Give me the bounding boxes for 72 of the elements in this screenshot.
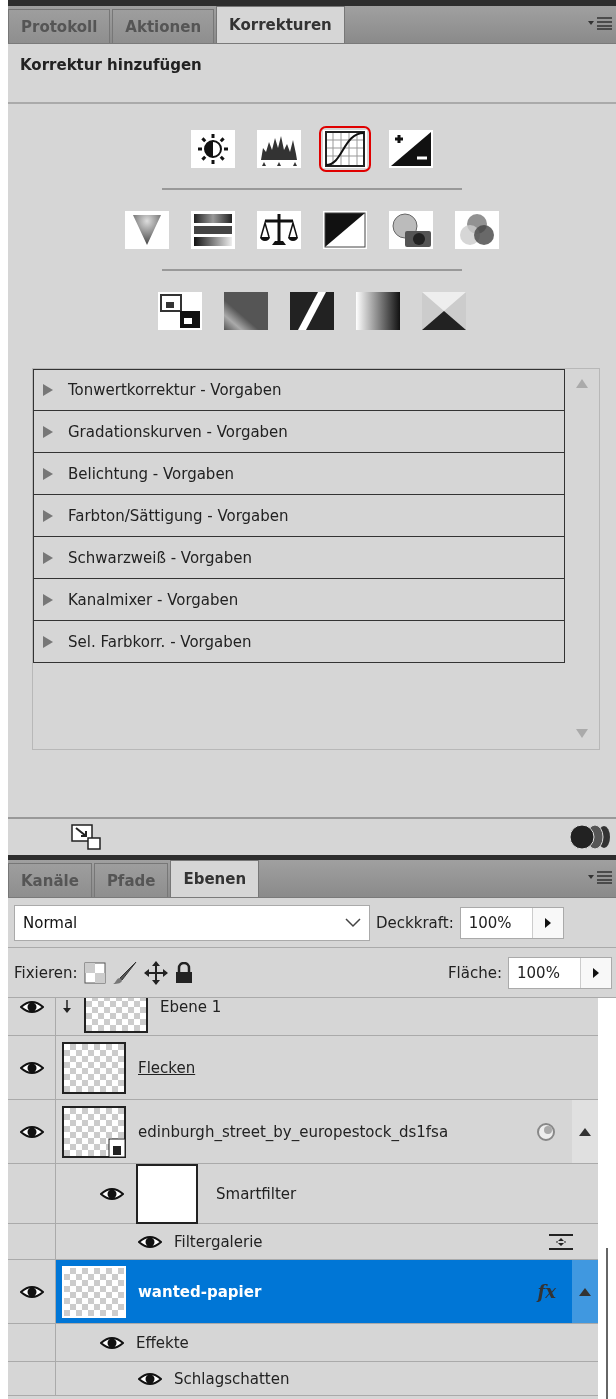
eye-icon[interactable] — [19, 1123, 44, 1140]
panel-tab[interactable]: Korrekturen — [216, 6, 345, 43]
curves-icon — [323, 130, 367, 168]
sun-icon — [191, 130, 235, 168]
swap-squares-icon — [158, 292, 202, 330]
gradient-icon — [356, 292, 400, 330]
adjustment-button-selected[interactable] — [319, 126, 371, 172]
layer-name: Schlagschatten — [174, 1369, 290, 1388]
eye-icon[interactable] — [19, 1283, 44, 1300]
exposure-icon — [389, 130, 433, 168]
eye-icon[interactable] — [19, 1059, 44, 1076]
globe-icon — [536, 1121, 556, 1142]
three-circles-icon — [455, 211, 499, 249]
fill-field[interactable]: 100% — [508, 956, 612, 989]
collapse-button[interactable] — [572, 1100, 598, 1163]
opacity-label: Deckkraft: — [376, 913, 454, 932]
move-icon[interactable] — [143, 960, 168, 985]
eye-icon[interactable] — [100, 1334, 124, 1351]
menu-icon[interactable] — [588, 16, 612, 30]
play-arrow-icon — [591, 966, 601, 979]
hourglass-icon — [422, 292, 466, 330]
panel-tab[interactable]: Ebenen — [170, 860, 260, 897]
fill-slider-button[interactable] — [581, 957, 611, 988]
clip-arrow-icon — [62, 999, 72, 1014]
diagonal-split-icon — [323, 211, 367, 249]
opacity-field[interactable]: 100% — [459, 906, 564, 939]
layer-name: Ebene 1 — [160, 998, 222, 1016]
smart-object-badge-icon — [108, 1137, 126, 1158]
preset-row[interactable]: Sel. Farbkorr. - Vorgaben — [33, 621, 565, 663]
eye-icon[interactable] — [19, 998, 44, 1015]
lock-label: Fixieren: — [14, 963, 78, 982]
preset-row[interactable]: Schwarzweiß - Vorgaben — [33, 537, 565, 579]
panel-heading: Korrektur hinzufügen — [20, 56, 202, 74]
preset-row[interactable]: Belichtung - Vorgaben — [33, 453, 565, 495]
blend-mode-dropdown[interactable]: Normal — [14, 904, 370, 941]
layer-thumbnail — [62, 1041, 126, 1094]
play-arrow-icon — [542, 916, 553, 929]
opacity-slider-button[interactable] — [532, 907, 563, 938]
gradient-bars-icon — [191, 211, 235, 249]
fill-label: Fläche: — [447, 963, 502, 982]
scales-icon — [257, 211, 301, 249]
eye-icon[interactable] — [100, 1185, 124, 1202]
layer-thumbnail — [62, 1265, 126, 1318]
slash-icon — [290, 292, 334, 330]
layer-row[interactable]: edinburgh_street_by_europestock_ds1fsa — [8, 1100, 598, 1164]
eye-icon[interactable] — [138, 1370, 162, 1387]
filter-mask-thumbnail — [136, 1163, 198, 1224]
layer-name: Smartfilter — [216, 1184, 297, 1203]
lock-icon[interactable] — [173, 961, 194, 984]
mask-circles-icon[interactable] — [568, 823, 612, 851]
layer-name: edinburgh_street_by_europestock_ds1fsa — [138, 1122, 449, 1141]
preset-row[interactable]: Kanalmixer - Vorgaben — [33, 579, 565, 621]
layer-row[interactable]: Flecken — [8, 1036, 598, 1100]
diagonal-stripes-icon — [224, 292, 268, 330]
collapse-button[interactable] — [572, 1260, 598, 1323]
eye-icon[interactable] — [138, 1233, 162, 1250]
layer-name: Effekte — [136, 1333, 189, 1352]
preset-row[interactable]: Gradationskurven - Vorgaben — [33, 411, 565, 453]
layer-name: Filtergalerie — [174, 1232, 263, 1251]
menu-icon[interactable] — [588, 870, 612, 884]
layer-row[interactable]: Ebene 1 — [8, 998, 598, 1036]
lens-camera-icon — [389, 211, 433, 249]
layer-name: Flecken — [138, 1058, 196, 1077]
layer-name: wanted-papier — [138, 1282, 262, 1301]
blending-options-icon[interactable] — [548, 1232, 574, 1251]
preset-row[interactable]: Tonwertkorrektur - Vorgaben — [33, 369, 565, 411]
clip-to-layer-icon[interactable] — [70, 823, 104, 851]
lock-transparency-icon[interactable] — [83, 961, 106, 984]
chevron-down-icon — [345, 917, 361, 928]
histogram-icon — [257, 130, 301, 168]
brush-icon[interactable] — [111, 960, 138, 985]
preset-row[interactable]: Farbton/Sättigung - Vorgaben — [33, 495, 565, 537]
